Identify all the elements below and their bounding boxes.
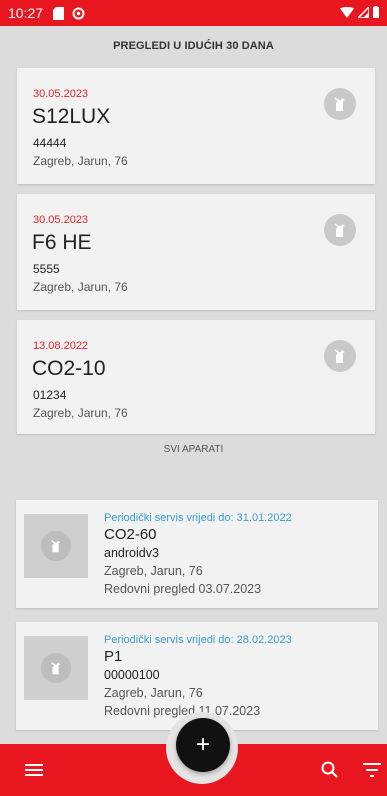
card-date: 30.05.2023	[33, 88, 89, 100]
upcoming-card[interactable]: 30.05.2023 F6 HE 5555 Zagreb, Jarun, 76	[17, 194, 375, 310]
extinguisher-avatar-icon	[324, 214, 356, 246]
regular-inspection: Redovni pregled 03.07.2023	[104, 582, 262, 596]
upcoming-header: PREGLEDI U IDUĆIH 30 DANA	[113, 40, 274, 52]
card-name: F6 HE	[32, 231, 92, 254]
battery-icon	[373, 5, 379, 21]
card-serial: 5555	[33, 262, 60, 276]
upcoming-card[interactable]: 13.08.2022 CO2-10 01234 Zagreb, Jarun, 7…	[17, 320, 375, 434]
card-location: Zagreb, Jarun, 76	[33, 280, 128, 294]
all-devices-label: SVI APARATI	[163, 444, 224, 455]
card-serial: 01234	[33, 388, 67, 402]
card-name: CO2-10	[32, 357, 106, 380]
card-serial: 44444	[33, 136, 67, 150]
status-bar: 10:27	[0, 0, 387, 26]
menu-icon[interactable]	[25, 761, 45, 779]
search-icon[interactable]	[320, 760, 340, 780]
main-scroll[interactable]: PREGLEDI U IDUĆIH 30 DANA 30.05.2023 S12…	[0, 26, 387, 744]
device-name: CO2-60	[104, 526, 157, 543]
device-location: Zagreb, Jarun, 76	[104, 686, 203, 700]
device-serial: androidv3	[104, 546, 159, 560]
sd-card-icon	[53, 6, 65, 20]
status-time: 10:27	[8, 5, 44, 21]
device-list-item[interactable]: Periodički servis vrijedi do: 31.01.2022…	[16, 500, 378, 608]
card-date: 13.08.2022	[33, 340, 89, 352]
extinguisher-icon	[41, 653, 71, 683]
device-serial: 00000100	[104, 668, 160, 682]
card-location: Zagreb, Jarun, 76	[33, 406, 128, 420]
add-button[interactable]: +	[176, 718, 230, 772]
device-name: P1	[104, 648, 123, 665]
device-thumbnail	[24, 514, 88, 578]
extinguisher-avatar-icon	[324, 88, 356, 120]
device-thumbnail	[24, 636, 88, 700]
filter-icon[interactable]	[362, 761, 382, 779]
card-location: Zagreb, Jarun, 76	[33, 154, 128, 168]
service-validity: Periodički servis vrijedi do: 28.02.2023	[104, 634, 292, 646]
card-name: S12LUX	[32, 105, 111, 128]
upcoming-card[interactable]: 30.05.2023 S12LUX 44444 Zagreb, Jarun, 7…	[17, 68, 375, 184]
sync-icon	[72, 7, 85, 20]
extinguisher-avatar-icon	[324, 340, 356, 372]
regular-inspection: Redovni pregled 11.07.2023	[104, 704, 261, 718]
card-date: 30.05.2023	[33, 214, 89, 226]
device-location: Zagreb, Jarun, 76	[104, 564, 203, 578]
extinguisher-icon	[41, 531, 71, 561]
service-validity: Periodički servis vrijedi do: 31.01.2022	[104, 512, 292, 524]
signal-icon	[356, 5, 370, 21]
wifi-icon	[340, 5, 354, 21]
